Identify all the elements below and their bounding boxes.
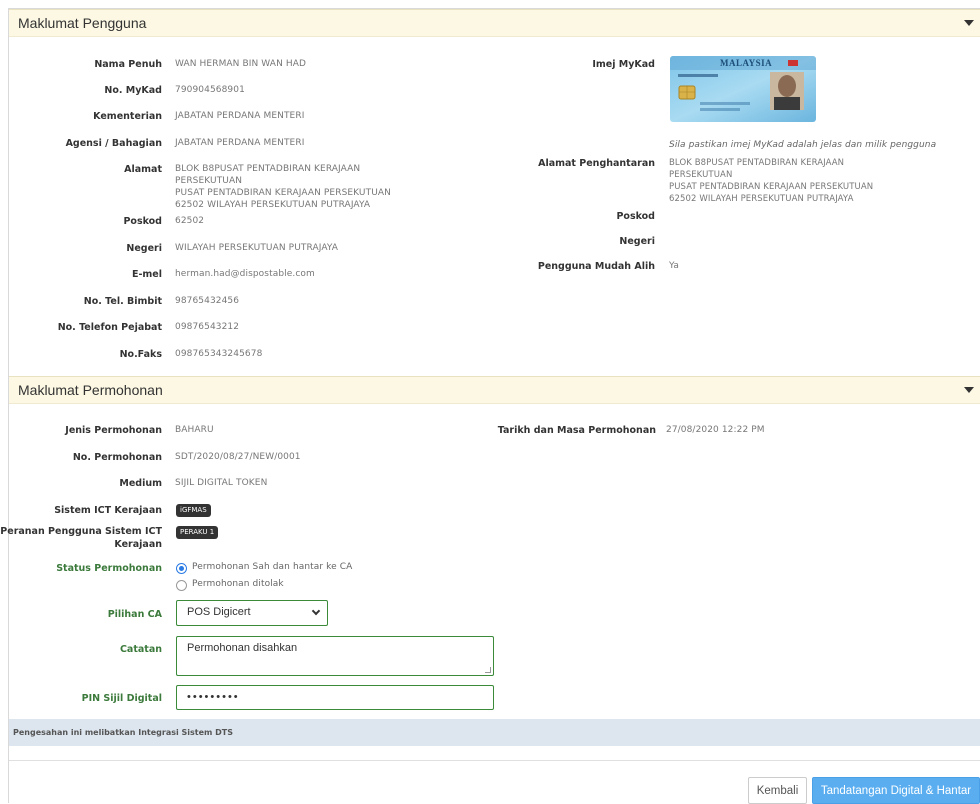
delivery-value: BLOK B8PUSAT PENTADBIRAN KERAJAAN PERSEK… [669,158,874,204]
page-frame [8,8,980,803]
field-label: No. Tel. Bimbit [83,296,162,307]
medium-value: SIJIL DIGITAL TOKEN [175,478,268,488]
field-tel-pejabat: No. Telefon Pejabat 09876543212 [0,321,980,337]
field-negeri: Negeri WILAYAH PERSEKUTUAN PUTRAJAYA [0,242,980,258]
mobile-user-value: Ya [669,261,679,271]
mykad-note: Sila pastikan imej MyKad adalah jelas da… [669,140,937,150]
field-value: 98765432456 [175,296,240,306]
tarikh-label: Tarikh dan Masa Permohonan [497,425,656,436]
jenis-value: BAHARU [175,425,214,435]
field-value: WAN HERMAN BIN WAN HAD [175,59,307,69]
field-label: Agensi / Bahagian [65,138,162,149]
field-label: E-mel [131,269,162,280]
field-label: Poskod [123,216,162,227]
right-poskod-label: Poskod [616,211,655,222]
divider [9,760,980,761]
field-tel-bimbit: No. Tel. Bimbit 98765432456 [0,295,980,311]
catatan-value: Permohonan disahkan [187,642,298,654]
user-panel-title: Maklumat Pengguna [18,15,147,31]
field-no-mykad: No. MyKad 790904568901 [0,84,980,100]
ca-select-value: POS Digicert [187,606,251,618]
jenis-label: Jenis Permohonan [65,425,162,436]
sistem-label: Sistem ICT Kerajaan [54,505,162,516]
field-label: Kementerian [93,111,162,122]
mykad-card-title: MALAYSIA [720,58,773,68]
tarikh-value: 27/08/2020 12:22 PM [666,425,765,435]
field-poskod: Poskod 62502 [0,215,980,231]
field-value: 62502 [175,216,205,226]
field-label: No. Telefon Pejabat [57,322,162,333]
field-label: Nama Penuh [94,59,162,70]
pin-label: PIN Sijil Digital [81,693,162,704]
resize-grip-icon[interactable] [485,667,491,673]
field-label: No.Faks [119,349,162,360]
integration-info-bar: Pengesahan ini melibatkan Integrasi Sist… [9,719,980,746]
caret-down-icon[interactable] [964,387,974,393]
field-emel: E-mel herman.had@dispostable.com [0,268,980,284]
peranan-badge: PERAKU 1 [176,526,219,539]
mykad-image: MALAYSIA [670,56,816,122]
medium-label: Medium [119,478,162,489]
field-value: 098765343245678 [175,349,263,359]
peranan-label-line-2: Kerajaan [114,539,162,550]
status-option-approve-label[interactable]: Permohonan Sah dan hantar ke CA [192,561,352,574]
integration-info-text: Pengesahan ini melibatkan Integrasi Sist… [13,728,234,737]
catatan-textarea[interactable]: Permohonan disahkan [176,636,494,676]
mykad-label: Imej MyKad [592,59,655,70]
delivery-label: Alamat Penghantaran [538,158,655,169]
field-label: Alamat [124,164,162,175]
peranan-label-line-1: Peranan Pengguna Sistem ICT [0,526,162,537]
ca-label: Pilihan CA [107,609,162,620]
caret-down-icon[interactable] [964,20,974,26]
field-value: WILAYAH PERSEKUTUAN PUTRAJAYA [175,243,339,253]
chevron-down-icon [311,606,321,616]
back-button-label: Kembali [756,784,799,797]
status-radio-approve[interactable] [176,563,187,574]
field-value: BLOK B8PUSAT PENTADBIRAN KERAJAAN PERSEK… [175,164,391,210]
field-value: JABATAN PERDANA MENTERI [175,111,305,121]
user-panel-header[interactable]: Maklumat Pengguna [9,9,980,37]
catatan-label: Catatan [119,644,162,655]
field-label: Negeri [126,243,162,254]
application-panel-header[interactable]: Maklumat Permohonan [9,376,980,404]
digital-sign-submit-label: Tandatangan Digital & Hantar [820,784,972,797]
field-value: herman.had@dispostable.com [175,269,315,279]
digital-sign-submit-button[interactable]: Tandatangan Digital & Hantar [812,777,980,804]
field-value: 09876543212 [175,322,240,332]
mobile-user-label: Pengguna Mudah Alih [537,261,655,272]
pin-value: ••••••••• [187,691,240,703]
status-label: Status Permohonan [56,563,162,574]
ca-select[interactable]: POS Digicert [176,600,328,626]
right-negeri-label: Negeri [619,236,655,247]
field-value: 790904568901 [175,85,245,95]
application-panel-title: Maklumat Permohonan [18,382,163,398]
back-button[interactable]: Kembali [748,777,807,804]
field-kementerian: Kementerian JABATAN PERDANA MENTERI [0,110,980,126]
status-option-reject-label[interactable]: Permohonan ditolak [192,578,284,591]
field-label: No. MyKad [104,85,162,96]
pin-input[interactable]: ••••••••• [176,685,494,710]
field-faks: No.Faks 098765343245678 [0,348,980,364]
field-nama-penuh: Nama Penuh WAN HERMAN BIN WAN HAD [0,58,980,74]
nombor-label: No. Permohonan [72,452,162,463]
nombor-value: SDT/2020/08/27/NEW/0001 [175,452,301,462]
status-radio-reject[interactable] [176,580,187,591]
sistem-badge: iGFMAS [176,504,211,517]
field-value: JABATAN PERDANA MENTERI [175,138,305,148]
